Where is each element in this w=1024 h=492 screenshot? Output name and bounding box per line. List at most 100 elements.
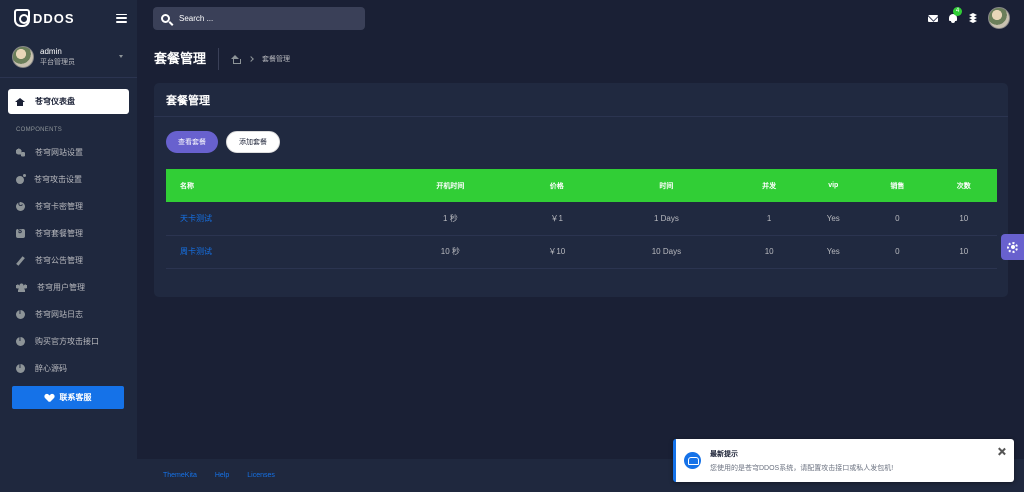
sidebar-item-label: 苍穹卡密管理: [35, 202, 83, 211]
home-icon[interactable]: [231, 55, 241, 64]
sidebar-item-label: 苍穹仪表盘: [35, 97, 75, 106]
column-header: vip: [828, 182, 839, 189]
brand-name: DDOS: [33, 10, 75, 26]
table-cell: 0: [895, 247, 900, 256]
caret-down-icon[interactable]: [119, 55, 123, 58]
table-cell: 10: [959, 247, 969, 256]
column-header: 时间: [659, 182, 674, 190]
search-box[interactable]: [153, 6, 365, 30]
table-cell: ￥1: [550, 213, 563, 223]
top-icons: 4: [928, 7, 1024, 29]
user-name: admin: [40, 46, 62, 56]
table-cell: 1: [766, 213, 772, 223]
sidebar-item-packages[interactable]: 苍穹套餐管理: [0, 220, 137, 247]
sidebar-menu: 苍穹网站设置 苍穹攻击设置 苍穹卡密管理 苍穹套餐管理 苍穹公告管理 苍穹用户管…: [0, 139, 137, 382]
user-panel[interactable]: admin 平台管理员: [0, 36, 137, 78]
sidebar-item-label: 苍穹网站设置: [35, 148, 83, 157]
chevron-right-icon: [248, 56, 254, 62]
sidebar-item-label: 苍穹网站日志: [35, 310, 83, 319]
view-packages-button[interactable]: 查看套餐: [166, 131, 218, 153]
table-cell: 0: [895, 213, 900, 223]
bomb-icon: [16, 174, 26, 184]
footer-link-licenses[interactable]: Licenses: [247, 472, 275, 479]
breadcrumb-current[interactable]: 套餐管理: [262, 54, 290, 64]
home-icon: [15, 97, 25, 106]
column-header: 开机时间: [436, 182, 465, 190]
sidebar-item-buy-api[interactable]: 购买官方攻击接口: [0, 328, 137, 355]
sidebar-item-label: 购买官方攻击接口: [35, 337, 99, 346]
copyright-icon: [16, 201, 25, 211]
sidebar-item-site-settings[interactable]: 苍穹网站设置: [0, 139, 137, 166]
table-cell: 1 秒: [443, 213, 458, 223]
user-avatar[interactable]: [988, 7, 1010, 29]
sidebar-item-source[interactable]: 醉心源码: [0, 355, 137, 382]
sidebar-item-label: 苍穹攻击设置: [34, 175, 82, 184]
info-icon: [16, 309, 25, 319]
sidebar-item-users[interactable]: 苍穹用户管理: [0, 274, 137, 301]
footer-link-help[interactable]: Help: [215, 472, 229, 479]
sidebar: admin 平台管理员 苍穹仪表盘 COMPONENTS 苍穹网站设置 苍穹攻击…: [0, 36, 137, 492]
cloud-icon: [684, 452, 701, 469]
table-row: 天卡测试 1 秒 ￥1 1 Days 1 Yes 0 10: [166, 202, 997, 235]
users-icon: [16, 283, 27, 292]
package-name-link[interactable]: 周卡测试: [166, 235, 384, 268]
hamburger-icon: [116, 13, 127, 15]
table-header: 名称 开机时间 价格 时间 并发 vip 销售 次数: [166, 169, 997, 202]
sidebar-item-label: 苍穹用户管理: [37, 283, 85, 292]
breadcrumb: 套餐管理: [219, 54, 290, 64]
logo-icon: [14, 9, 30, 27]
sidebar-item-attack-settings[interactable]: 苍穹攻击设置: [0, 166, 137, 193]
column-header: 名称: [180, 182, 194, 190]
sidebar-item-label: 苍穹公告管理: [35, 256, 83, 265]
gears-icon: [16, 148, 25, 157]
table-cell: ￥10: [548, 247, 566, 256]
table-cell: Yes: [826, 247, 840, 256]
card-title: 套餐管理: [154, 83, 1008, 117]
notification-toast: 最新提示 您使用的是苍穹DDOS系统，请配置攻击接口或私人发包机!: [673, 439, 1014, 482]
package-name-link[interactable]: 天卡测试: [166, 202, 384, 235]
table-cell: 1 Days: [653, 213, 679, 223]
page-title: 套餐管理: [154, 48, 220, 70]
search-icon[interactable]: [161, 13, 170, 23]
column-header: 销售: [890, 182, 905, 190]
sidebar-item-label: 醉心源码: [35, 364, 67, 373]
pen-icon: [16, 255, 25, 266]
envelope-icon[interactable]: [928, 14, 938, 22]
logo-bar: DDOS: [0, 0, 137, 36]
notification-title: 最新提示: [710, 450, 738, 458]
brand-logo[interactable]: DDOS: [14, 9, 75, 27]
contact-support-button[interactable]: 联系客服: [12, 386, 124, 409]
close-icon[interactable]: [998, 448, 1005, 455]
notification-button[interactable]: 4: [948, 7, 962, 23]
sidebar-item-label: 苍穹套餐管理: [35, 229, 83, 238]
settings-float-button[interactable]: [1001, 234, 1024, 260]
layers-icon[interactable]: [968, 13, 978, 23]
column-header: 并发: [762, 182, 777, 190]
footer-link-themekita[interactable]: ThemeKita: [163, 472, 197, 479]
add-package-button[interactable]: 添加套餐: [226, 131, 280, 153]
table-cell: 10: [959, 213, 969, 223]
sidebar-item-logs[interactable]: 苍穹网站日志: [0, 301, 137, 328]
table-cell: 10 秒: [440, 247, 460, 256]
contact-label: 联系客服: [59, 393, 92, 402]
package-card: 套餐管理 查看套餐 添加套餐 名称 开机时间 价格 时间 并发 vip 销售 次…: [154, 83, 1008, 297]
column-header: 次数: [956, 182, 971, 190]
column-header: 价格: [549, 182, 564, 190]
info-icon: [16, 336, 25, 346]
gear-icon: [1007, 241, 1018, 253]
sidebar-avatar: [12, 45, 34, 68]
packages-table: 名称 开机时间 价格 时间 并发 vip 销售 次数 天卡测试 1 秒 ￥1 1…: [166, 169, 997, 269]
sidebar-item-card-keys[interactable]: 苍穹卡密管理: [0, 193, 137, 220]
table-cell: 10: [764, 247, 774, 256]
table-row: 周卡测试 10 秒 ￥10 10 Days 10 Yes 0 10: [166, 235, 997, 268]
info-icon: [16, 363, 25, 373]
sidebar-item-announcements[interactable]: 苍穹公告管理: [0, 247, 137, 274]
search-input[interactable]: [179, 13, 349, 23]
topbar: 4: [137, 0, 1024, 36]
sidebar-item-dashboard[interactable]: 苍穹仪表盘: [8, 89, 129, 114]
sidebar-toggle-button[interactable]: [116, 13, 127, 23]
heart-icon: [45, 394, 54, 402]
money-icon: [16, 228, 25, 238]
notification-badge: 4: [953, 7, 962, 16]
page-header: 套餐管理 套餐管理: [154, 48, 290, 70]
